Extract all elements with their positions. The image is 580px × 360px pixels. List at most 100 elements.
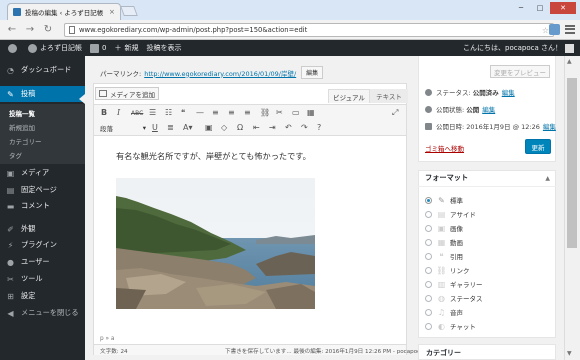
format-option-audio[interactable]: ♫ 音声	[425, 307, 463, 317]
format-box-header[interactable]: フォーマット ▲	[418, 170, 556, 187]
scroll-down-arrow-icon[interactable]: ▼	[567, 350, 572, 357]
radio-button[interactable]	[425, 224, 432, 232]
preview-changes-button[interactable]: 変更をプレビュー	[490, 65, 550, 78]
tab-text[interactable]: テキスト	[370, 89, 408, 103]
undo-icon[interactable]: ↶	[285, 123, 292, 132]
scroll-up-arrow-icon[interactable]: ▲	[567, 58, 572, 65]
submenu-tags[interactable]: タグ	[0, 150, 85, 160]
extension-camera-icon[interactable]	[549, 24, 560, 35]
radio-button[interactable]	[425, 196, 432, 204]
radio-button[interactable]	[425, 266, 432, 274]
blockquote-icon[interactable]: ❝	[181, 108, 185, 117]
link-icon[interactable]: ⛓	[260, 108, 270, 117]
format-option-chat[interactable]: ◐ チャット	[425, 321, 476, 331]
post-body-text[interactable]: 有名な観光名所ですが、岸壁がとても怖かったです。	[116, 150, 311, 162]
admin-bar-site[interactable]: よろず日記帳	[28, 43, 82, 53]
close-window-button[interactable]: ✕	[550, 2, 576, 14]
browser-tab[interactable]: 投稿の編集 ‹ よろず日記帳 ×	[7, 3, 121, 20]
maximize-button[interactable]: □	[531, 2, 549, 14]
strikethrough-icon[interactable]: ABC	[131, 110, 143, 117]
pin-icon: ✎	[438, 195, 445, 205]
format-option-aside[interactable]: ▤ アサイド	[425, 209, 476, 219]
format-option-gallery[interactable]: ▥ ギャラリー	[425, 279, 483, 289]
update-button[interactable]: 更新	[525, 139, 551, 154]
admin-bar-account[interactable]: こんにちは、pocapoca さん！	[463, 43, 574, 53]
align-left-icon[interactable]: ≡	[212, 108, 219, 117]
radio-button[interactable]	[425, 252, 432, 260]
read-more-icon[interactable]: ▭	[292, 108, 300, 117]
sidebar-item-tools[interactable]: ✂ ツール	[0, 271, 85, 287]
back-arrow-icon[interactable]: ←	[6, 24, 18, 36]
reload-icon[interactable]: ↻	[42, 24, 54, 36]
submenu-posts-list[interactable]: 投稿一覧	[0, 108, 85, 118]
permalink-edit-button[interactable]: 編集	[301, 66, 324, 79]
align-center-icon[interactable]: ≡	[228, 108, 235, 117]
submenu-add-new[interactable]: 新規追加	[0, 122, 85, 132]
toolbar-toggle-icon[interactable]: ▦	[307, 108, 315, 117]
sidebar-item-media[interactable]: ▣ メディア	[0, 165, 85, 181]
sidebar-item-settings[interactable]: ⊞ 設定	[0, 288, 85, 304]
permalink-link[interactable]: http://www.egokorediary.com/2016/01/09/岸…	[144, 68, 296, 78]
forward-arrow-icon[interactable]: →	[24, 24, 36, 36]
radio-button[interactable]	[425, 280, 432, 288]
outdent-icon[interactable]: ⇤	[253, 123, 260, 132]
category-box-header[interactable]: カテゴリー	[418, 344, 556, 360]
sidebar-item-comments[interactable]: ▬ コメント	[0, 198, 85, 214]
sidebar-item-posts[interactable]: ✎ 投稿	[0, 86, 85, 102]
redo-icon[interactable]: ↷	[301, 123, 308, 132]
special-char-icon[interactable]: Ω	[237, 123, 243, 132]
radio-button[interactable]	[425, 210, 432, 218]
submenu-categories[interactable]: カテゴリー	[0, 136, 85, 146]
visibility-edit-link[interactable]: 編集	[482, 104, 495, 114]
radio-button[interactable]	[425, 308, 432, 316]
bookmark-star-icon[interactable]: ☆	[542, 26, 549, 35]
numbered-list-icon[interactable]: ☷	[165, 108, 172, 117]
radio-button[interactable]	[425, 294, 432, 302]
align-right-icon[interactable]: ≡	[244, 108, 251, 117]
status-edit-link[interactable]: 編集	[502, 87, 515, 97]
format-select[interactable]: 段落 ▾	[100, 123, 146, 133]
post-image[interactable]	[116, 178, 315, 309]
text-color-icon[interactable]: A▾	[183, 123, 193, 132]
unlink-icon[interactable]: ✂	[276, 108, 283, 117]
tab-visual[interactable]: ビジュアル	[328, 89, 370, 103]
admin-bar-new[interactable]: ＋新規	[114, 43, 138, 53]
move-to-trash-link[interactable]: ゴミ箱へ移動	[425, 143, 464, 153]
collapse-arrow-icon[interactable]: ▲	[545, 175, 550, 182]
wp-logo-icon[interactable]	[8, 43, 20, 53]
paste-text-icon[interactable]: ▣	[205, 123, 213, 132]
fullscreen-icon[interactable]: ⤢	[392, 108, 398, 118]
sidebar-item-appearance[interactable]: ✐ 外観	[0, 221, 85, 237]
indent-icon[interactable]: ⇥	[269, 123, 276, 132]
admin-bar-view-post[interactable]: 投稿を表示	[146, 43, 181, 53]
sidebar-item-users[interactable]: ● ユーザー	[0, 254, 85, 270]
date-edit-link[interactable]: 編集	[543, 121, 556, 131]
bold-icon[interactable]: B	[101, 108, 107, 117]
browser-menu-icon[interactable]	[565, 24, 575, 35]
format-option-status[interactable]: ◍ ステータス	[425, 293, 483, 303]
format-option-quote[interactable]: ❝ 引用	[425, 251, 463, 261]
radio-button[interactable]	[425, 322, 432, 330]
horizontal-line-icon[interactable]: —	[196, 108, 204, 117]
sidebar-item-dashboard[interactable]: ◔ ダッシュボード	[0, 62, 85, 78]
tab-close-icon[interactable]: ×	[109, 8, 115, 16]
radio-button[interactable]	[425, 238, 432, 246]
italic-icon[interactable]: I	[117, 108, 120, 117]
format-option-link[interactable]: ⛓ リンク	[425, 265, 470, 275]
address-bar[interactable]: www.egokorediary.com/wp-admin/post.php?p…	[64, 23, 554, 37]
sidebar-item-pages[interactable]: ▤ 固定ページ	[0, 182, 85, 198]
justify-icon[interactable]: ≣	[167, 123, 174, 132]
clear-format-icon[interactable]: ◇	[221, 123, 227, 132]
format-option-video[interactable]: ▦ 動画	[425, 237, 463, 247]
underline-icon[interactable]: U	[152, 123, 158, 132]
format-option-standard[interactable]: ✎ 標準	[425, 195, 463, 205]
minimize-button[interactable]: ─	[512, 2, 530, 14]
add-media-button[interactable]: メディアを追加	[95, 87, 159, 100]
scrollbar-thumb[interactable]	[567, 78, 577, 248]
admin-bar-comments[interactable]: 0	[90, 43, 106, 53]
sidebar-collapse-menu[interactable]: ◀ メニューを閉じる	[0, 305, 85, 321]
help-icon[interactable]: ?	[317, 123, 321, 132]
bullet-list-icon[interactable]: ☰	[149, 108, 156, 117]
sidebar-item-plugins[interactable]: ⚡ プラグイン	[0, 237, 85, 253]
format-option-image[interactable]: ▣ 画像	[425, 223, 463, 233]
